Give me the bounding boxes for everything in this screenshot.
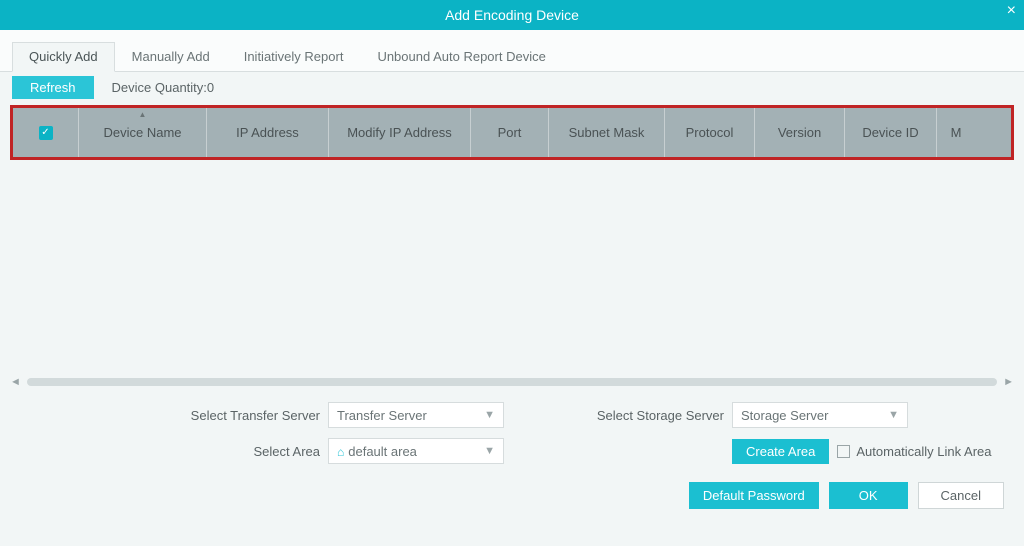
default-password-button[interactable]: Default Password xyxy=(689,482,819,509)
transfer-server-label: Select Transfer Server xyxy=(20,408,320,423)
titlebar: Add Encoding Device × xyxy=(0,0,1024,30)
chevron-down-icon: ▼ xyxy=(484,409,495,421)
ok-button[interactable]: OK xyxy=(829,482,908,509)
device-quantity: Device Quantity:0 xyxy=(112,80,215,95)
tab-initiatively-report[interactable]: Initiatively Report xyxy=(227,42,361,71)
column-checkbox[interactable]: ✓ xyxy=(13,108,79,157)
tab-manually-add[interactable]: Manually Add xyxy=(115,42,227,71)
column-version[interactable]: Version xyxy=(755,108,845,157)
column-ip-address[interactable]: IP Address xyxy=(207,108,329,157)
table-header: ✓ ▲ Device Name IP Address Modify IP Add… xyxy=(10,105,1014,160)
refresh-button[interactable]: Refresh xyxy=(12,76,94,99)
scroll-track[interactable] xyxy=(27,378,997,386)
checkbox-all-icon[interactable]: ✓ xyxy=(39,126,53,140)
column-subnet-mask[interactable]: Subnet Mask xyxy=(549,108,665,157)
create-area-button[interactable]: Create Area xyxy=(732,439,829,464)
chevron-down-icon: ▼ xyxy=(888,409,899,421)
close-icon[interactable]: × xyxy=(1007,2,1016,20)
select-area-select[interactable]: ⌂default area ▼ xyxy=(328,438,504,464)
horizontal-scrollbar[interactable]: ◄ ► xyxy=(10,374,1014,390)
column-protocol[interactable]: Protocol xyxy=(665,108,755,157)
scroll-left-icon[interactable]: ◄ xyxy=(10,376,21,388)
column-device-name[interactable]: ▲ Device Name xyxy=(79,108,207,157)
chevron-down-icon: ▼ xyxy=(484,445,495,457)
column-port[interactable]: Port xyxy=(471,108,549,157)
column-more[interactable]: M xyxy=(937,108,975,157)
select-area-label: Select Area xyxy=(20,444,320,459)
column-device-id[interactable]: Device ID xyxy=(845,108,937,157)
column-modify-ip[interactable]: Modify IP Address xyxy=(329,108,471,157)
storage-server-label: Select Storage Server xyxy=(584,408,724,423)
toolbar: Refresh Device Quantity:0 xyxy=(0,72,1024,103)
transfer-server-select[interactable]: Transfer Server ▼ xyxy=(328,402,504,428)
tab-quickly-add[interactable]: Quickly Add xyxy=(12,42,115,72)
bottom-panel: Select Transfer Server Transfer Server ▼… xyxy=(0,390,1024,482)
scroll-right-icon[interactable]: ► xyxy=(1003,376,1014,388)
house-icon: ⌂ xyxy=(337,445,344,459)
storage-server-select[interactable]: Storage Server ▼ xyxy=(732,402,908,428)
table-body-empty: ◄ ► xyxy=(10,160,1014,390)
auto-link-area-checkbox[interactable]: Automatically Link Area xyxy=(837,444,991,459)
cancel-button[interactable]: Cancel xyxy=(918,482,1004,509)
tab-strip: Quickly Add Manually Add Initiatively Re… xyxy=(0,30,1024,72)
sort-caret-icon: ▲ xyxy=(139,110,147,119)
window-title: Add Encoding Device xyxy=(445,7,579,23)
checkbox-icon[interactable] xyxy=(837,445,850,458)
footer-buttons: Default Password OK Cancel xyxy=(0,482,1024,509)
tab-unbound-auto-report[interactable]: Unbound Auto Report Device xyxy=(360,42,562,71)
